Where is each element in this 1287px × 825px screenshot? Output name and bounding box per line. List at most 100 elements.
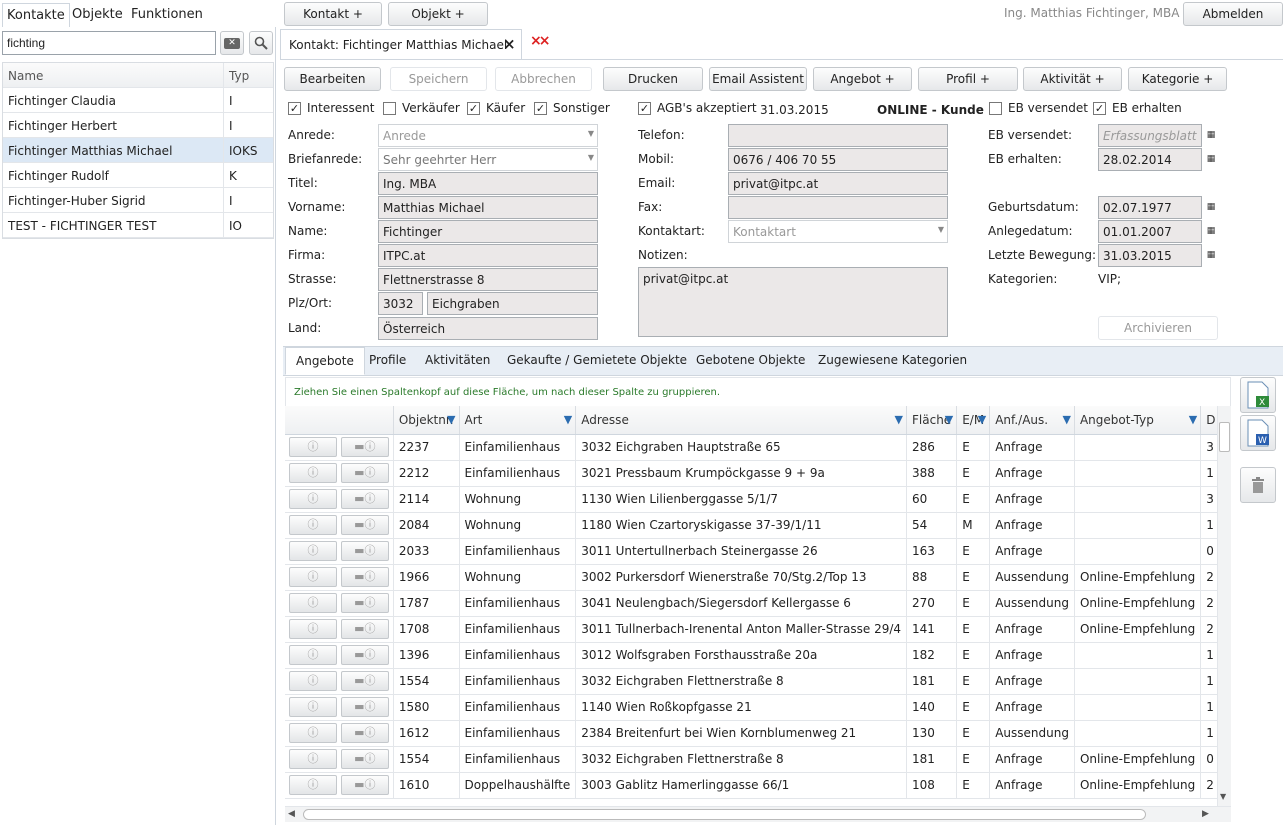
- info-button[interactable]: ⓘ: [289, 645, 337, 665]
- contact-row-selected[interactable]: Fichtinger Matthias Michael IOKS: [3, 138, 273, 163]
- object-folder-button[interactable]: ▬ⓘ: [340, 697, 389, 717]
- table-row[interactable]: ⓘ ▬ⓘ 1708 Einfamilienhaus 3011 Tullnerbach-…: [285, 616, 1217, 643]
- horizontal-scrollbar[interactable]: ◀ ▶: [285, 806, 1231, 822]
- table-row[interactable]: ⓘ ▬ⓘ 1554 Einfamilienhaus 3032 Eichgraben F…: [285, 746, 1217, 773]
- object-folder-button[interactable]: ▬ⓘ: [340, 593, 389, 613]
- email-assistent-button[interactable]: Email Assistent: [709, 67, 807, 91]
- calendar-icon[interactable]: ▦: [1203, 149, 1219, 169]
- kontakt-plus-button[interactable]: Kontakt +: [284, 2, 382, 26]
- info-button[interactable]: ⓘ: [289, 541, 337, 561]
- search-button[interactable]: [249, 31, 273, 55]
- agb-checkbox[interactable]: ✓ AGB's akzeptiert: [638, 101, 757, 115]
- archivieren-button[interactable]: Archivieren: [1098, 316, 1218, 340]
- export-excel-button[interactable]: X: [1240, 377, 1276, 413]
- object-folder-button[interactable]: ▬ⓘ: [340, 541, 389, 561]
- land-field[interactable]: Österreich: [378, 317, 598, 340]
- info-button[interactable]: ⓘ: [289, 489, 337, 509]
- titel-field[interactable]: Ing. MBA: [378, 172, 598, 195]
- kaeufer-checkbox[interactable]: ✓ Käufer: [467, 101, 525, 115]
- document-tab[interactable]: Kontakt: Fichtinger Matthias Michael ×: [280, 29, 522, 59]
- calendar-icon[interactable]: ▦: [1203, 125, 1219, 145]
- info-button[interactable]: ⓘ: [289, 775, 337, 795]
- filter-icon[interactable]: ▼: [1062, 413, 1070, 426]
- info-button[interactable]: ⓘ: [289, 567, 337, 587]
- object-folder-button[interactable]: ▬ⓘ: [340, 567, 389, 587]
- table-row[interactable]: ⓘ ▬ⓘ 2237 Einfamilienhaus 3032 Eichgraben H…: [285, 434, 1217, 461]
- abbrechen-button[interactable]: Abbrechen: [495, 67, 592, 91]
- vertical-scroll-thumb[interactable]: [1219, 422, 1230, 452]
- group-panel[interactable]: Ziehen Sie einen Spaltenkopf auf diese F…: [285, 377, 1231, 407]
- close-icon[interactable]: ×: [503, 35, 516, 53]
- column-header-objektnr[interactable]: Objektnr. ▼: [393, 406, 460, 435]
- object-folder-button[interactable]: ▬ⓘ: [340, 749, 389, 769]
- column-header-flaeche[interactable]: Fläche ▼: [906, 406, 958, 435]
- object-folder-button[interactable]: ▬ⓘ: [340, 619, 389, 639]
- kontaktart-select[interactable]: Kontaktart ▼: [728, 220, 948, 243]
- drucken-button[interactable]: Drucken: [603, 67, 703, 91]
- letzte-bewegung-field[interactable]: 31.03.2015: [1098, 244, 1202, 267]
- column-header-typ[interactable]: Typ: [224, 63, 273, 87]
- anlegedatum-field[interactable]: 01.01.2007: [1098, 220, 1202, 243]
- abmelden-button[interactable]: Abmelden: [1183, 2, 1283, 26]
- filter-icon[interactable]: ▼: [945, 413, 953, 426]
- table-row[interactable]: ⓘ ▬ⓘ 2084 Wohnung 1180 Wien Czartoryskigass…: [285, 512, 1217, 539]
- vorname-field[interactable]: Matthias Michael: [378, 196, 598, 219]
- info-button[interactable]: ⓘ: [289, 697, 337, 717]
- object-folder-button[interactable]: ▬ⓘ: [340, 489, 389, 509]
- ort-field[interactable]: Eichgraben: [427, 292, 598, 315]
- table-row[interactable]: ⓘ ▬ⓘ 1554 Einfamilienhaus 3032 Eichgraben F…: [285, 668, 1217, 695]
- object-folder-button[interactable]: ▬ⓘ: [340, 723, 389, 743]
- info-button[interactable]: ⓘ: [289, 671, 337, 691]
- sonstiger-checkbox[interactable]: ✓ Sonstiger: [534, 101, 610, 115]
- table-row[interactable]: ⓘ ▬ⓘ 1610 Doppelhaushälfte 3003 Gablitz Ham…: [285, 772, 1217, 799]
- aktivitaet-plus-button[interactable]: Aktivität +: [1023, 67, 1122, 91]
- plz-field[interactable]: 3032: [378, 292, 423, 315]
- eb-erhalten-date-field[interactable]: 28.02.2014: [1098, 148, 1202, 171]
- eb-erhalten-checkbox[interactable]: ✓ EB erhalten: [1093, 101, 1182, 115]
- eb-versendet-checkbox[interactable]: EB versendet: [989, 101, 1088, 115]
- notizen-textarea[interactable]: privat@itpc.at: [638, 267, 948, 337]
- briefanrede-select[interactable]: Sehr geehrter Herr ▼: [378, 148, 598, 171]
- filter-icon[interactable]: ▼: [1189, 413, 1197, 426]
- table-row[interactable]: ⓘ ▬ⓘ 1580 Einfamilienhaus 1140 Wien Roßkopf…: [285, 694, 1217, 721]
- clear-search-button[interactable]: ✕: [220, 31, 244, 55]
- table-row[interactable]: ⓘ ▬ⓘ 1966 Wohnung 3002 Purkersdorf Wienerst…: [285, 564, 1217, 591]
- object-folder-button[interactable]: ▬ⓘ: [340, 463, 389, 483]
- tab-zugewiesene-kategorien[interactable]: Zugewiesene Kategorien: [808, 347, 977, 375]
- table-row[interactable]: ⓘ ▬ⓘ 1787 Einfamilienhaus 3041 Neulengbach/…: [285, 590, 1217, 617]
- column-header-name[interactable]: Name: [3, 63, 224, 87]
- filter-icon[interactable]: ▼: [447, 413, 455, 426]
- column-header-em[interactable]: E/M ▼: [956, 406, 991, 435]
- bearbeiten-button[interactable]: Bearbeiten: [284, 67, 381, 91]
- horizontal-scroll-thumb[interactable]: [303, 809, 1146, 820]
- telefon-field[interactable]: [728, 124, 948, 147]
- kategorie-plus-button[interactable]: Kategorie +: [1128, 67, 1227, 91]
- name-field[interactable]: Fichtinger: [378, 220, 598, 243]
- table-row[interactable]: ⓘ ▬ⓘ 1396 Einfamilienhaus 3012 Wolfsgraben …: [285, 642, 1217, 669]
- calendar-icon[interactable]: ▦: [1203, 245, 1219, 265]
- contact-row[interactable]: Fichtinger Herbert I: [3, 113, 273, 138]
- info-button[interactable]: ⓘ: [289, 749, 337, 769]
- email-field[interactable]: privat@itpc.at: [728, 172, 948, 195]
- filter-icon[interactable]: ▼: [564, 413, 572, 426]
- contact-row[interactable]: Fichtinger-Huber Sigrid I: [3, 188, 273, 213]
- eb-versendet-date-field[interactable]: Erfassungsblatt: [1098, 124, 1202, 147]
- vertical-scrollbar[interactable]: ▼: [1217, 406, 1231, 806]
- verkaeufer-checkbox[interactable]: Verkäufer: [383, 101, 460, 115]
- tab-aktivitaeten[interactable]: Aktivitäten: [415, 347, 500, 375]
- tab-angebote[interactable]: Angebote: [285, 347, 365, 375]
- speichern-button[interactable]: Speichern: [390, 67, 487, 91]
- tab-kontakte[interactable]: Kontakte: [2, 3, 70, 27]
- anrede-select[interactable]: Anrede ▼: [378, 124, 598, 147]
- interessent-checkbox[interactable]: ✓ Interessent: [288, 101, 374, 115]
- export-word-button[interactable]: W: [1240, 415, 1276, 451]
- delete-button[interactable]: [1240, 467, 1276, 503]
- contact-row[interactable]: TEST - FICHTINGER TEST IO: [3, 213, 273, 238]
- tab-gebotene-objekte[interactable]: Gebotene Objekte: [686, 347, 815, 375]
- object-folder-button[interactable]: ▬ⓘ: [340, 775, 389, 795]
- object-folder-button[interactable]: ▬ⓘ: [340, 645, 389, 665]
- contact-row[interactable]: Fichtinger Rudolf K: [3, 163, 273, 188]
- strasse-field[interactable]: Flettnerstrasse 8: [378, 268, 598, 291]
- info-button[interactable]: ⓘ: [289, 619, 337, 639]
- info-button[interactable]: ⓘ: [289, 515, 337, 535]
